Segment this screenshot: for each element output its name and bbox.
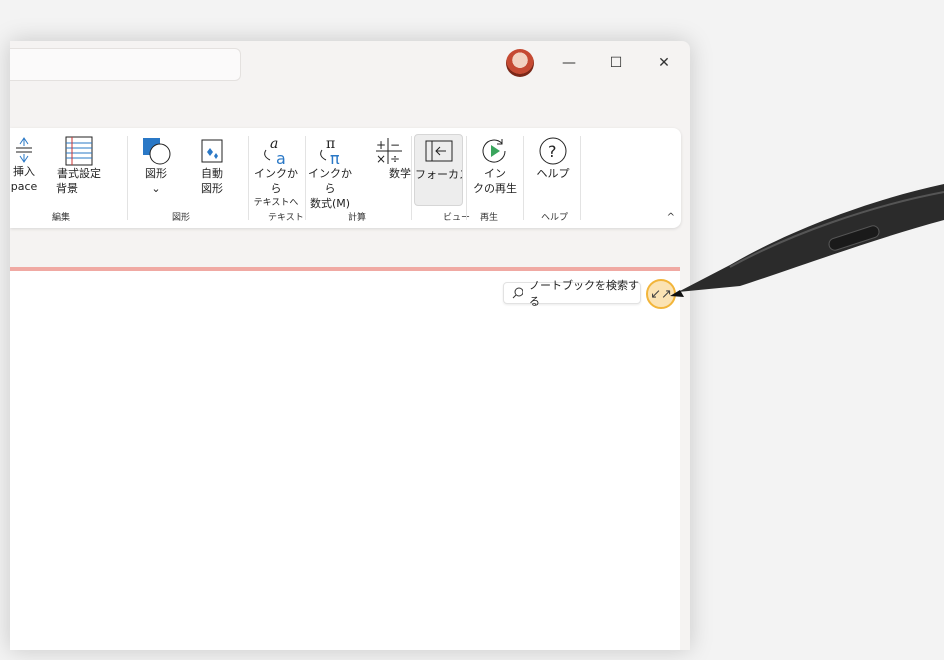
group-label-replay: 再生: [480, 213, 499, 223]
group-label-calc: 計算: [348, 213, 367, 223]
ribbon-label: イン: [484, 167, 506, 180]
ribbon-label: ヘルプ: [536, 167, 570, 180]
math-button[interactable]: + − × ÷ 数学: [364, 136, 414, 181]
math-icon: + −× ÷: [376, 138, 402, 166]
group-separator: [523, 136, 524, 220]
onenote-window: — ☐ ✕ 挿入 pace 書式設定 背景 編集 図形 ⌄ 自動 図形 図形 a…: [10, 41, 690, 650]
ribbon-label: インクから: [308, 167, 352, 195]
ink-to-math-button[interactable]: ππ インクから 数式(M): [304, 136, 356, 211]
close-button[interactable]: ✕: [644, 49, 684, 77]
help-icon: ?: [539, 137, 567, 165]
ribbon: 挿入 pace 書式設定 背景 編集 図形 ⌄ 自動 図形 図形 aa インクか…: [10, 128, 681, 228]
lined-page-icon: [65, 136, 93, 166]
minimize-button[interactable]: —: [549, 49, 589, 77]
svg-text:−: −: [390, 138, 400, 152]
group-separator: [127, 136, 128, 220]
ribbon-label: 書式設定: [57, 167, 101, 180]
svg-text:?: ?: [548, 142, 557, 161]
format-background-button[interactable]: 書式設定 背景: [44, 136, 114, 196]
surface-pen: [670, 184, 944, 297]
focus-icon: [425, 140, 452, 162]
svg-text:a: a: [276, 149, 286, 166]
group-label-edit: 編集: [52, 213, 71, 223]
ribbon-label: フォーカス: [415, 168, 462, 181]
chevron-down-icon: ⌄: [151, 182, 161, 195]
ribbon-label: 数式(M): [309, 197, 351, 210]
svg-text:π: π: [330, 149, 340, 166]
search-icon: [512, 287, 523, 299]
ribbon-label: 図形: [201, 182, 223, 195]
help-button[interactable]: ? ヘルプ: [530, 136, 576, 181]
notebook-search-box[interactable]: ノートブックを検索する: [503, 279, 641, 308]
search-placeholder: ノートブックを検索する: [529, 279, 639, 308]
avatar[interactable]: [506, 49, 534, 77]
ink-replay-button[interactable]: イン クの再生: [470, 136, 520, 196]
auto-shapes-icon: [201, 139, 223, 163]
ribbon-label: 挿入: [13, 165, 35, 178]
focus-button[interactable]: フォーカス: [414, 134, 463, 206]
replay-icon: [482, 139, 506, 163]
svg-text:÷: ÷: [390, 152, 400, 166]
insert-space-icon: [16, 137, 32, 163]
ribbon-label: 数学: [389, 167, 411, 180]
ribbon-label: クの再生: [473, 182, 517, 195]
maximize-button[interactable]: ☐: [596, 49, 636, 77]
group-separator: [580, 136, 581, 220]
group-label-shapes: 図形: [172, 213, 191, 223]
group-separator: [411, 136, 412, 220]
ribbon-label: 図形: [145, 167, 167, 180]
ribbon-label: 自動: [201, 167, 223, 180]
note-page[interactable]: ノートブックを検索する ↙↗: [10, 267, 680, 650]
svg-text:×: ×: [376, 152, 386, 166]
group-label-text: テキスト: [268, 213, 304, 223]
ink-to-math-icon: ππ: [320, 136, 340, 166]
ink-to-text-button[interactable]: aa インクから テキストへ: [250, 136, 302, 211]
group-separator: [466, 136, 467, 220]
title-search-box[interactable]: [10, 48, 241, 81]
ribbon-label: 背景: [56, 182, 78, 195]
group-label-help: ヘルプ: [541, 213, 569, 223]
ribbon-label: テキストへ: [253, 198, 299, 208]
ribbon-label: インクから: [254, 167, 298, 195]
ink-to-text-icon: aa: [264, 136, 286, 166]
group-separator: [248, 136, 249, 220]
shapes-icon: [143, 138, 171, 165]
auto-shapes-button[interactable]: 自動 図形: [190, 136, 234, 196]
shapes-button[interactable]: 図形 ⌄: [136, 136, 176, 196]
svg-text:+: +: [376, 138, 386, 152]
